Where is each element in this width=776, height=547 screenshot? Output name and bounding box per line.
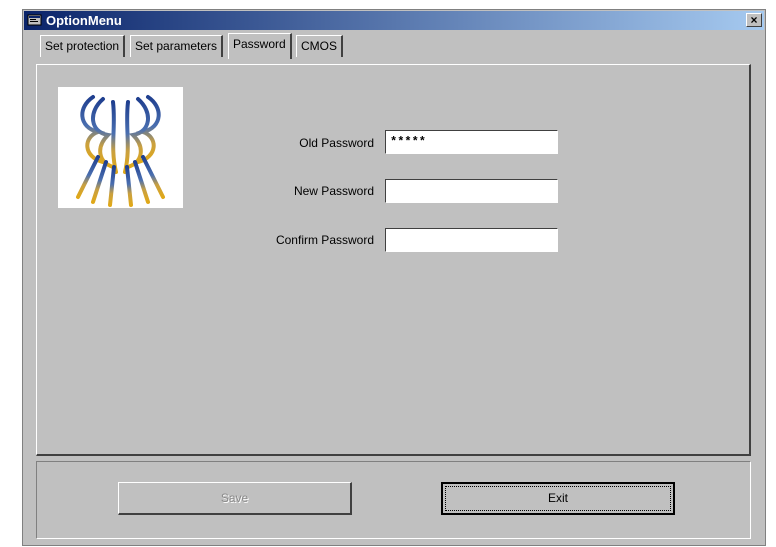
new-password-field[interactable] [385, 179, 558, 203]
title-bar[interactable]: OptionMenu × [24, 11, 764, 30]
wings-logo-icon [76, 95, 165, 207]
save-button[interactable]: Save [118, 482, 352, 515]
tab-set-parameters[interactable]: Set parameters [130, 35, 224, 57]
tab-cmos[interactable]: CMOS [296, 35, 343, 57]
app-window-icon [27, 14, 42, 26]
window-title: OptionMenu [46, 13, 122, 28]
confirm-password-label: Confirm Password [275, 233, 374, 247]
tab-password[interactable]: Password [228, 33, 292, 59]
old-password-label: Old Password [299, 136, 374, 150]
tab-set-protection[interactable]: Set protection [40, 35, 126, 57]
logo-image [58, 87, 183, 208]
exit-button[interactable]: Exit [441, 482, 675, 515]
confirm-password-field[interactable] [385, 228, 558, 252]
new-password-label: New Password [293, 184, 374, 198]
old-password-field[interactable] [385, 130, 558, 154]
close-button[interactable]: × [746, 13, 762, 27]
